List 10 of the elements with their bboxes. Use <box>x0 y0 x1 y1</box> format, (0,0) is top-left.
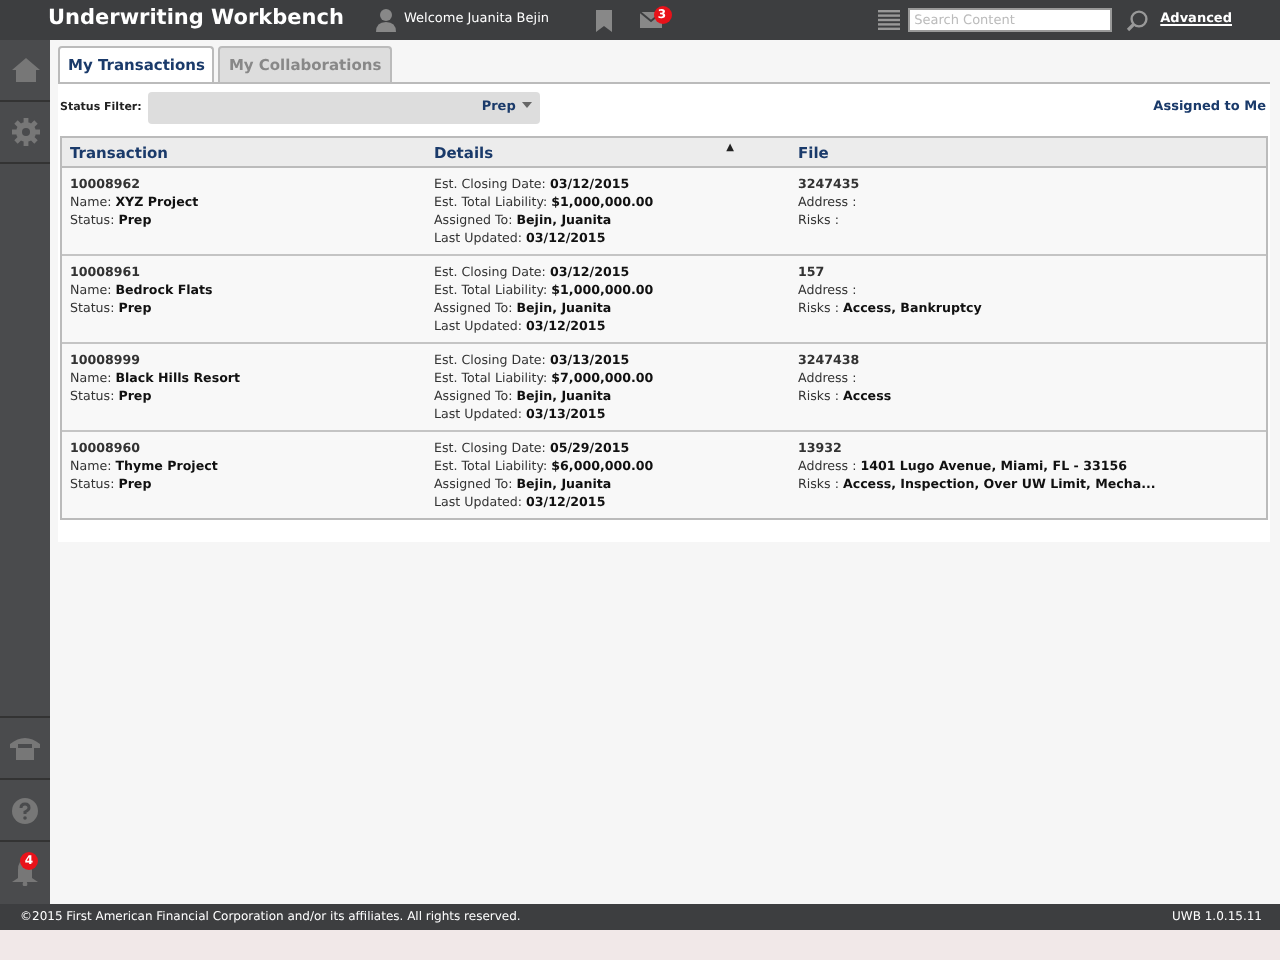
list-icon[interactable] <box>878 10 901 30</box>
settings-icon[interactable] <box>11 118 39 146</box>
help-icon[interactable] <box>12 797 38 823</box>
search-icon[interactable] <box>1126 9 1149 31</box>
phone-icon[interactable] <box>10 736 40 760</box>
caret-icon <box>521 101 532 108</box>
bookmark-icon[interactable] <box>595 9 612 31</box>
user-icon <box>375 8 396 32</box>
home-icon[interactable] <box>11 58 39 82</box>
app-title: Underwriting Workbench <box>48 4 344 35</box>
